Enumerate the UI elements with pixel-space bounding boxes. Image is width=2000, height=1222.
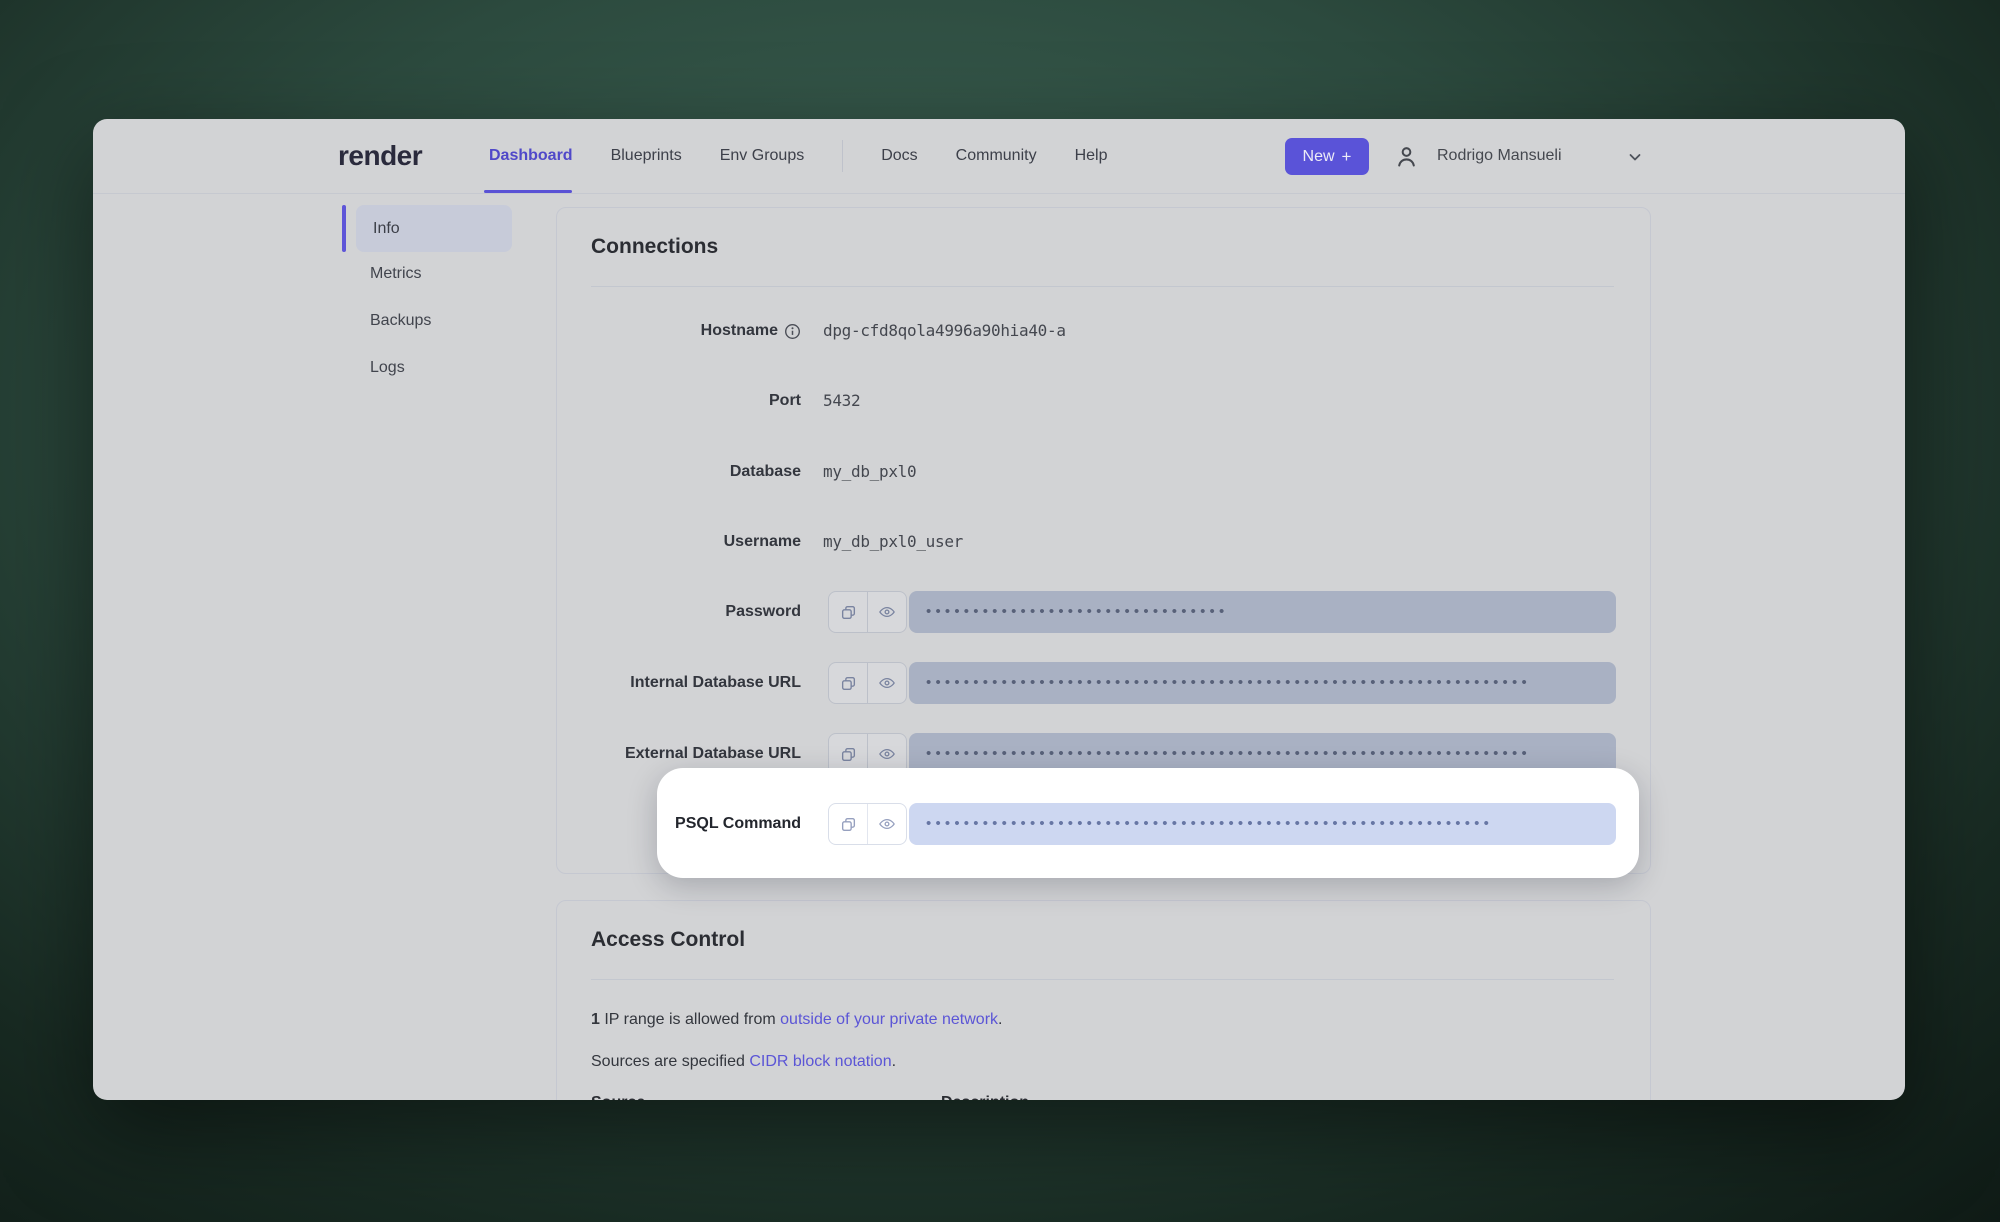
psql-command-masked-field[interactable]: ••••••••••••••••••••••••••••••••••••••••…	[909, 803, 1616, 845]
sources-text: Sources are specified CIDR block notatio…	[591, 1053, 896, 1071]
nav-tab-blueprints[interactable]: Blueprints	[611, 147, 682, 165]
hostname-label: Hostname	[557, 310, 801, 352]
nav-tab-env-groups[interactable]: Env Groups	[720, 147, 804, 165]
nav-tab-dashboard[interactable]: Dashboard	[489, 147, 573, 165]
period: .	[892, 1053, 896, 1070]
sidebar-item-label: Info	[373, 220, 400, 238]
port-value: 5432	[823, 380, 860, 422]
eye-icon[interactable]	[867, 804, 906, 844]
period: .	[998, 1011, 1002, 1028]
port-row: Port 5432	[557, 380, 1650, 422]
primary-nav: Dashboard Blueprints Env Groups Docs Com…	[489, 119, 1107, 193]
username-row: Username my_db_pxl0_user	[557, 521, 1650, 563]
psql-command-label: PSQL Command	[557, 803, 801, 845]
app-window: render Dashboard Blueprints Env Groups D…	[93, 119, 1905, 1100]
sidebar-active-bar	[342, 205, 346, 252]
database-value: my_db_pxl0	[823, 451, 916, 493]
connections-title: Connections	[591, 235, 718, 259]
internal-url-actions	[828, 662, 907, 704]
ip-range-text: 1 IP range is allowed from outside of yo…	[591, 1011, 1002, 1029]
copy-icon[interactable]	[829, 663, 867, 703]
description-column-header: Description	[941, 1094, 1029, 1100]
sources-text-body: Sources are specified	[591, 1053, 749, 1070]
private-network-link[interactable]: outside of your private network	[780, 1011, 998, 1028]
port-label: Port	[557, 380, 801, 422]
database-label: Database	[557, 451, 801, 493]
user-icon[interactable]	[1393, 143, 1420, 175]
ip-range-text-body: IP range is allowed from	[600, 1011, 780, 1028]
database-row: Database my_db_pxl0	[557, 451, 1650, 493]
new-button[interactable]: New +	[1285, 138, 1369, 175]
copy-icon[interactable]	[829, 804, 867, 844]
top-navbar: render Dashboard Blueprints Env Groups D…	[93, 119, 1905, 194]
username-label: Username	[557, 521, 801, 563]
info-icon[interactable]	[784, 323, 801, 340]
nav-divider	[842, 140, 843, 172]
ip-count: 1	[591, 1011, 600, 1028]
sidebar-item-logs[interactable]: Logs	[370, 359, 405, 377]
hostname-value: dpg-cfd8qola4996a90hia40-a	[823, 310, 1066, 352]
internal-database-url-row: Internal Database URL ••••••••••••••••••…	[557, 662, 1650, 704]
cidr-notation-link[interactable]: CIDR block notation	[749, 1053, 891, 1070]
new-button-label: New	[1303, 148, 1335, 166]
eye-icon[interactable]	[867, 663, 906, 703]
nav-link-help[interactable]: Help	[1075, 147, 1108, 165]
password-masked-field[interactable]: ••••••••••••••••••••••••••••••••	[909, 591, 1616, 633]
psql-actions	[828, 803, 907, 845]
internal-database-url-masked-field[interactable]: ••••••••••••••••••••••••••••••••••••••••…	[909, 662, 1616, 704]
access-control-title: Access Control	[591, 928, 745, 952]
divider	[591, 979, 1614, 980]
eye-icon[interactable]	[867, 592, 906, 632]
sidebar-item-metrics[interactable]: Metrics	[370, 265, 422, 283]
copy-icon[interactable]	[829, 592, 867, 632]
label-text: Hostname	[701, 322, 778, 340]
divider	[591, 286, 1614, 287]
username-value: my_db_pxl0_user	[823, 521, 963, 563]
sidebar-item-info[interactable]: Info	[356, 205, 512, 252]
plus-icon: +	[1342, 148, 1352, 165]
hostname-row: Hostname dpg-cfd8qola4996a90hia40-a	[557, 310, 1650, 352]
active-tab-indicator	[484, 190, 572, 193]
password-actions	[828, 591, 907, 633]
password-row: Password •••••••••••••••••••••••••••••••…	[557, 591, 1650, 633]
source-column-header: Source	[591, 1094, 645, 1100]
sidebar-item-backups[interactable]: Backups	[370, 312, 431, 330]
nav-link-docs[interactable]: Docs	[881, 147, 917, 165]
user-name[interactable]: Rodrigo Mansueli	[1437, 147, 1562, 165]
nav-link-community[interactable]: Community	[956, 147, 1037, 165]
password-label: Password	[557, 591, 801, 633]
render-logo[interactable]: render	[338, 140, 422, 172]
internal-database-url-label: Internal Database URL	[557, 662, 801, 704]
chevron-down-icon[interactable]	[1627, 149, 1643, 170]
psql-command-row: PSQL Command •••••••••••••••••••••••••••…	[557, 803, 1650, 845]
access-control-card: Access Control 1 IP range is allowed fro…	[556, 900, 1651, 1100]
